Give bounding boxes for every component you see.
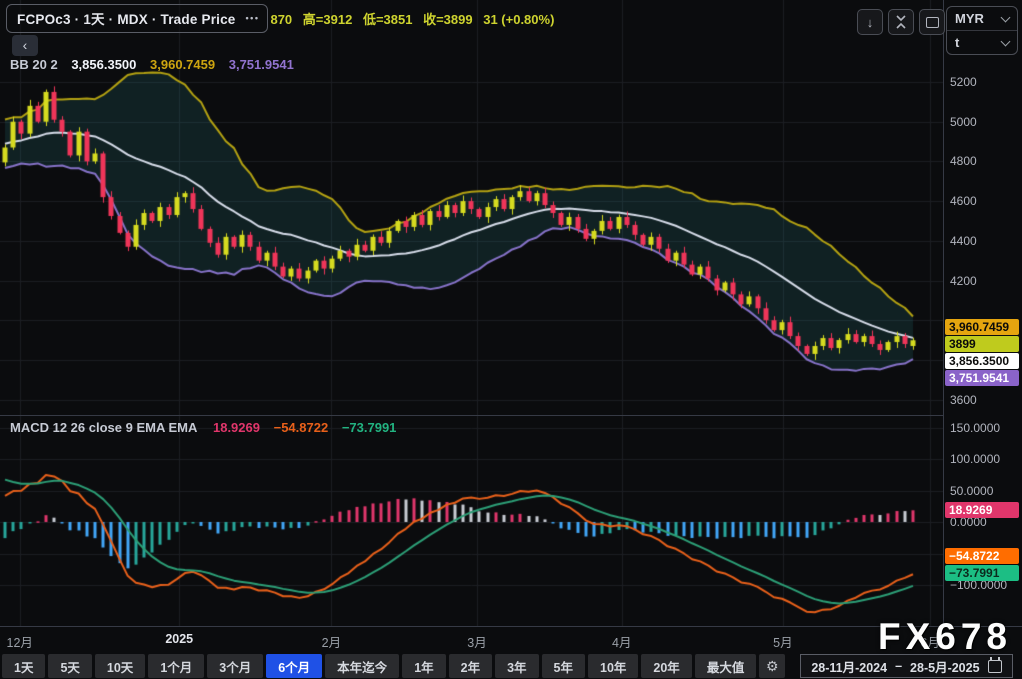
low-value: 低=3851 (362, 12, 413, 27)
macd-hist-value: 18.9269 (212, 420, 260, 435)
time-label-3月: 3月 (467, 636, 487, 650)
range-button-3个月[interactable]: 3个月 (207, 654, 264, 678)
range-button-本年迄今[interactable]: 本年迄今 (325, 654, 400, 678)
bb-name: BB 20 2 (10, 57, 58, 72)
price-tick-4600: 4600 (950, 194, 977, 209)
bb-upper-price-label: 3,960.7459 (945, 319, 1019, 336)
macd-line-value: −54.8722 (273, 420, 329, 435)
range-button-5天[interactable]: 5天 (48, 654, 92, 678)
pane-buttons: ↓ (857, 9, 945, 35)
date-separator: – (895, 659, 903, 673)
gear-icon: ⚙ (766, 657, 779, 674)
range-button-3年[interactable]: 3年 (495, 654, 539, 678)
price-tick-3600: 3600 (950, 392, 977, 407)
bb-basis-value: 3,856.3500 (71, 57, 137, 72)
collapse-pane-icon[interactable] (888, 9, 914, 35)
macd-tick-50: 50.0000 (950, 483, 994, 498)
trading-chart-window: FCPOc3 · 1天 · MDX · Trade Price ••• 870 … (0, 0, 1022, 679)
time-label-5月: 5月 (773, 636, 793, 650)
price-axis[interactable]: MYR t 5200 5000 4800 4600 4400 4200 3600 150.00… (944, 0, 1022, 626)
time-label-2025: 2025 (165, 632, 194, 646)
range-button-1年[interactable]: 1年 (402, 654, 446, 678)
symbol-legend-box[interactable]: FCPOc3 · 1天 · MDX · Trade Price ••• (6, 4, 269, 33)
symbol-title: FCPOc3 · 1天 · MDX · Trade Price (17, 12, 236, 27)
time-label-4月: 4月 (612, 636, 632, 650)
chart-legend-row: FCPOc3 · 1天 · MDX · Trade Price ••• 870 … (6, 4, 561, 33)
bb-basis-price-label: 3,856.3500 (945, 353, 1019, 370)
maximize-pane-icon[interactable] (919, 9, 945, 35)
macd-legend[interactable]: MACD 12 26 close 9 EMA EMA 18.9269 −54.8… (10, 420, 396, 435)
last-price-label: 3899 (945, 336, 1019, 353)
unit-dropdown[interactable]: t (947, 30, 1017, 54)
range-button-10天[interactable]: 10天 (94, 654, 146, 678)
currency-unit-box: MYR t (946, 6, 1018, 55)
range-button-20年[interactable]: 20年 (641, 654, 692, 678)
range-button-最大值[interactable]: 最大值 (694, 654, 757, 678)
ohlc-values: 870 高=3912 低=3851 收=3899 31 (+0.80%) (270, 9, 561, 28)
macd-signal-label: −73.7991 (945, 565, 1019, 582)
time-label-6月: 6月 (920, 636, 940, 650)
bollinger-legend[interactable]: BB 20 2 3,856.3500 3,960.7459 3,751.9541 (10, 57, 294, 72)
date-range-picker[interactable]: 28-11月-2024 – 28-5月-2025 (800, 654, 1013, 678)
range-button-2年[interactable]: 2年 (448, 654, 493, 678)
price-tick-4400: 4400 (950, 233, 977, 248)
chart-settings-button[interactable]: ⚙ (759, 654, 786, 678)
range-button-10年[interactable]: 10年 (588, 654, 639, 678)
price-tick-4800: 4800 (950, 154, 977, 169)
bb-upper-value: 3,960.7459 (150, 57, 216, 72)
macd-name: MACD 12 26 close 9 EMA EMA (10, 420, 198, 435)
move-pane-down-icon[interactable]: ↓ (857, 9, 883, 35)
macd-line-label: −54.8722 (945, 548, 1019, 565)
currency-dropdown[interactable]: MYR (947, 7, 1017, 30)
macd-tick-100: 100.0000 (950, 452, 1001, 466)
range-button-1个月[interactable]: 1个月 (148, 654, 205, 678)
price-tick-4200: 4200 (950, 273, 977, 288)
macd-hist-label: 18.9269 (945, 501, 1019, 518)
change-value: 31 (+0.80%) (483, 12, 555, 27)
macd-tick-150: 150.0000 (950, 420, 1001, 435)
range-toolbar: 1天 5天 10天 1个月 3个月 6个月 本年迄今 1年 2年 3年 5年 10年 20年 最大值 ⚙ … (2, 653, 1022, 679)
chevron-down-icon (1000, 12, 1011, 22)
high-value: 高=3912 (302, 12, 353, 27)
calendar-icon (987, 656, 1002, 673)
currency-label: MYR (955, 11, 984, 26)
pane-divider[interactable] (0, 415, 1022, 416)
bb-lower-price-label: 3,751.9541 (945, 370, 1019, 387)
time-label-2月: 2月 (321, 636, 342, 650)
open-value-partial: 870 (270, 12, 293, 27)
range-button-5年[interactable]: 5年 (541, 654, 585, 678)
time-axis[interactable]: 12月 2025 2月 3月 4月 5月 6月 (0, 627, 1022, 652)
range-button-6个月[interactable]: 6个月 (266, 654, 323, 678)
range-button-1天[interactable]: 1天 (2, 654, 46, 678)
back-button[interactable]: ‹ (12, 35, 38, 56)
more-options-icon[interactable]: ••• (246, 13, 260, 23)
chart-canvas[interactable] (0, 0, 943, 626)
price-tick-5000: 5000 (950, 114, 977, 129)
time-label-12月: 12月 (6, 636, 33, 650)
date-to: 28-5月-2025 (910, 660, 980, 675)
macd-signal-value: −73.7991 (341, 420, 397, 435)
chevron-down-icon (1000, 36, 1011, 46)
date-from: 28-11月-2024 (811, 660, 888, 675)
price-tick-5200: 5200 (950, 75, 977, 89)
close-value: 收=3899 (423, 12, 473, 27)
bb-lower-value: 3,751.9541 (228, 57, 294, 72)
unit-label: t (955, 35, 960, 50)
